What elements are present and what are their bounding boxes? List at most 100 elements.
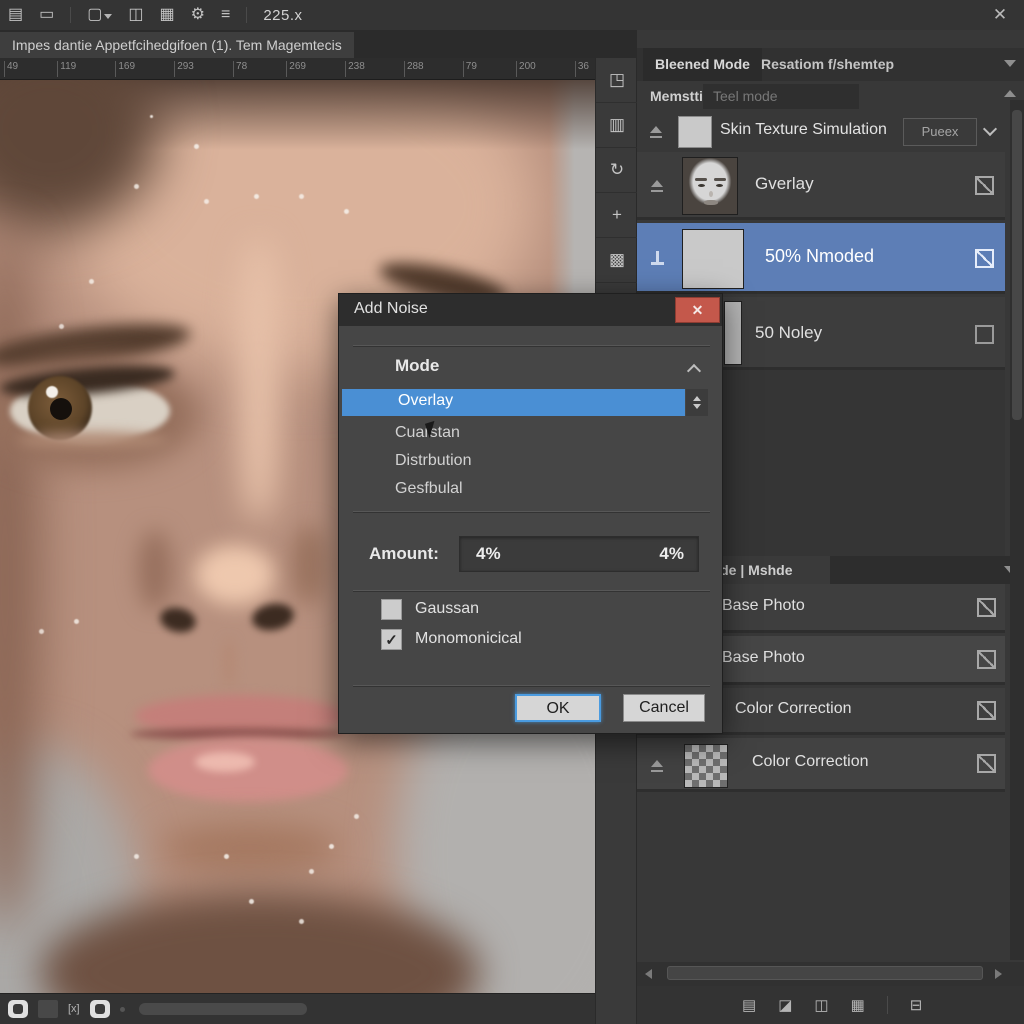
chevron-up-icon[interactable]	[687, 364, 701, 378]
dialog-titlebar[interactable]: Add Noise ✕	[339, 294, 722, 326]
portrait-chin	[160, 825, 340, 871]
layer-style-icon[interactable]	[977, 650, 996, 669]
settings-icon[interactable]: ⚙	[191, 0, 205, 30]
checkbox-label: Gaussan	[415, 600, 479, 618]
chevron-down-icon[interactable]	[983, 122, 997, 136]
vertical-scrollbar-thumb[interactable]	[1012, 110, 1022, 420]
layer-style-icon[interactable]	[975, 325, 994, 344]
layer-style-icon[interactable]	[975, 249, 994, 268]
portrait-nose	[292, 525, 326, 605]
mode-label: Mode	[395, 356, 439, 376]
new-document-icon[interactable]: ▤	[8, 0, 23, 30]
checkbox-unchecked-icon[interactable]	[381, 599, 402, 620]
layer-thumbnail-transparent[interactable]	[684, 744, 728, 788]
camera-icon[interactable]	[8, 1000, 28, 1018]
cancel-button[interactable]: Cancel	[623, 694, 705, 722]
rotate-tool-icon[interactable]: ↻	[596, 148, 638, 193]
layer-name: 50% Nmoded	[765, 246, 874, 267]
panel-collapse-icon[interactable]	[1004, 90, 1016, 97]
options-icon[interactable]: ≡	[221, 0, 230, 30]
divider	[353, 345, 710, 346]
ruler-tick: 200	[516, 61, 536, 77]
layer-style-icon[interactable]	[975, 176, 994, 195]
transform-icon[interactable]: ▢	[87, 0, 112, 30]
ruler-tick: 169	[115, 61, 135, 77]
ruler-tick: 288	[404, 61, 424, 77]
toolbar-divider	[70, 7, 71, 23]
scroll-dot-icon	[120, 1007, 125, 1012]
dialog-close-button[interactable]: ✕	[675, 297, 720, 323]
layer-row-selected[interactable]: 50% Nmoded	[637, 223, 1005, 294]
horizontal-ruler: 49 119 169 293 78 269 238 288 79 200 36	[0, 58, 595, 80]
channels-panel-icon[interactable]: ▦	[851, 996, 865, 1014]
tab-resolution[interactable]: Resatiom f/shemtep	[749, 48, 906, 81]
duplicate-icon[interactable]: ◫	[128, 0, 143, 30]
layer-style-icon[interactable]	[977, 754, 996, 773]
history-icon[interactable]: [x]	[68, 1003, 80, 1015]
visibility-icon[interactable]	[649, 180, 665, 192]
layer-row-color-correction[interactable]: Color Correction	[637, 738, 1005, 792]
layer-style-icon[interactable]	[977, 598, 996, 617]
mask-icon[interactable]	[90, 1000, 110, 1018]
vertical-scrollbar[interactable]	[1010, 100, 1024, 960]
zoom-level: 225.x	[263, 7, 302, 24]
adjustment-title: Skin Texture Simulation	[720, 121, 887, 139]
preset-button[interactable]: Pueex	[903, 118, 977, 146]
layer-name: Base Photo	[722, 649, 805, 667]
portrait-nose	[195, 545, 275, 605]
save-icon[interactable]: ▦	[160, 0, 175, 30]
horizontal-scrollbar-thumb[interactable]	[139, 1003, 307, 1015]
document-tabbar: Impes dantie Appetfcihedgifoen (1). Tem …	[0, 30, 637, 58]
document-tab[interactable]: Impes dantie Appetfcihedgifoen (1). Tem …	[0, 32, 354, 58]
layer-swatch[interactable]	[678, 116, 712, 148]
horizontal-scrollbar[interactable]	[637, 962, 1024, 986]
mode-option[interactable]: Distrbution	[395, 452, 471, 470]
layer-thumbnail[interactable]	[682, 157, 738, 215]
amount-input[interactable]: 4% 4%	[459, 536, 699, 572]
layer-copy-tool-icon[interactable]: ◳	[596, 58, 638, 103]
horizontal-scrollbar-thumb[interactable]	[667, 966, 983, 980]
spinner-control[interactable]	[686, 389, 708, 416]
mode-option-selected[interactable]: Overlay	[342, 389, 685, 416]
blend-mode-select[interactable]: Teel mode	[703, 84, 859, 109]
grid-tool-icon[interactable]: ▩	[596, 238, 638, 283]
amount-value-display: 4%	[659, 544, 684, 564]
ruler-tick: 119	[57, 61, 76, 77]
ruler-tick: 79	[463, 61, 477, 77]
window-close-button[interactable]: ✕	[986, 2, 1014, 28]
scroll-right-icon[interactable]	[995, 969, 1002, 979]
ok-button[interactable]: OK	[515, 694, 601, 722]
dialog-title: Add Noise	[354, 300, 428, 318]
layer-thumbnail[interactable]	[724, 301, 742, 365]
portrait-nostril	[158, 605, 198, 636]
tab-blend-mode[interactable]: Bleened Mode	[643, 48, 762, 81]
spinner-up-icon[interactable]	[693, 396, 701, 401]
marquee-icon[interactable]: ▭	[39, 0, 54, 30]
layer-style-icon[interactable]	[977, 701, 996, 720]
link-panel-icon[interactable]: ⊟	[910, 996, 923, 1014]
masks-panel-icon[interactable]: ◫	[814, 996, 828, 1014]
divider	[353, 511, 710, 512]
portrait-nose	[238, 240, 280, 520]
checkbox-checked-icon[interactable]: ✓	[381, 629, 402, 650]
layers-panel-icon[interactable]: ▤	[742, 996, 756, 1014]
visibility-icon[interactable]	[649, 760, 665, 772]
portrait-nose	[138, 530, 172, 610]
panel-menu-icon[interactable]	[1004, 60, 1016, 67]
thumbnail-face	[683, 158, 737, 214]
add-tool-icon[interactable]: +	[596, 193, 638, 238]
thumbnail-face	[704, 200, 718, 205]
checkbox-label: Monomonicical	[415, 630, 522, 648]
panel-tool-icon[interactable]: ▥	[596, 103, 638, 148]
adjustments-panel-icon[interactable]: ◪	[778, 996, 792, 1014]
mode-option[interactable]: Gesfbulal	[395, 480, 463, 498]
portrait-philtrum	[224, 640, 234, 686]
layer-thumbnail[interactable]	[682, 229, 744, 289]
scroll-left-icon[interactable]	[645, 969, 652, 979]
visibility-icon[interactable]	[648, 126, 664, 138]
layer-row-overlay[interactable]: Gverlay	[637, 152, 1005, 220]
divider	[353, 685, 710, 686]
spinner-down-icon[interactable]	[693, 404, 701, 409]
swatch-icon[interactable]	[38, 1000, 58, 1018]
layer-pin-icon[interactable]	[650, 251, 664, 265]
